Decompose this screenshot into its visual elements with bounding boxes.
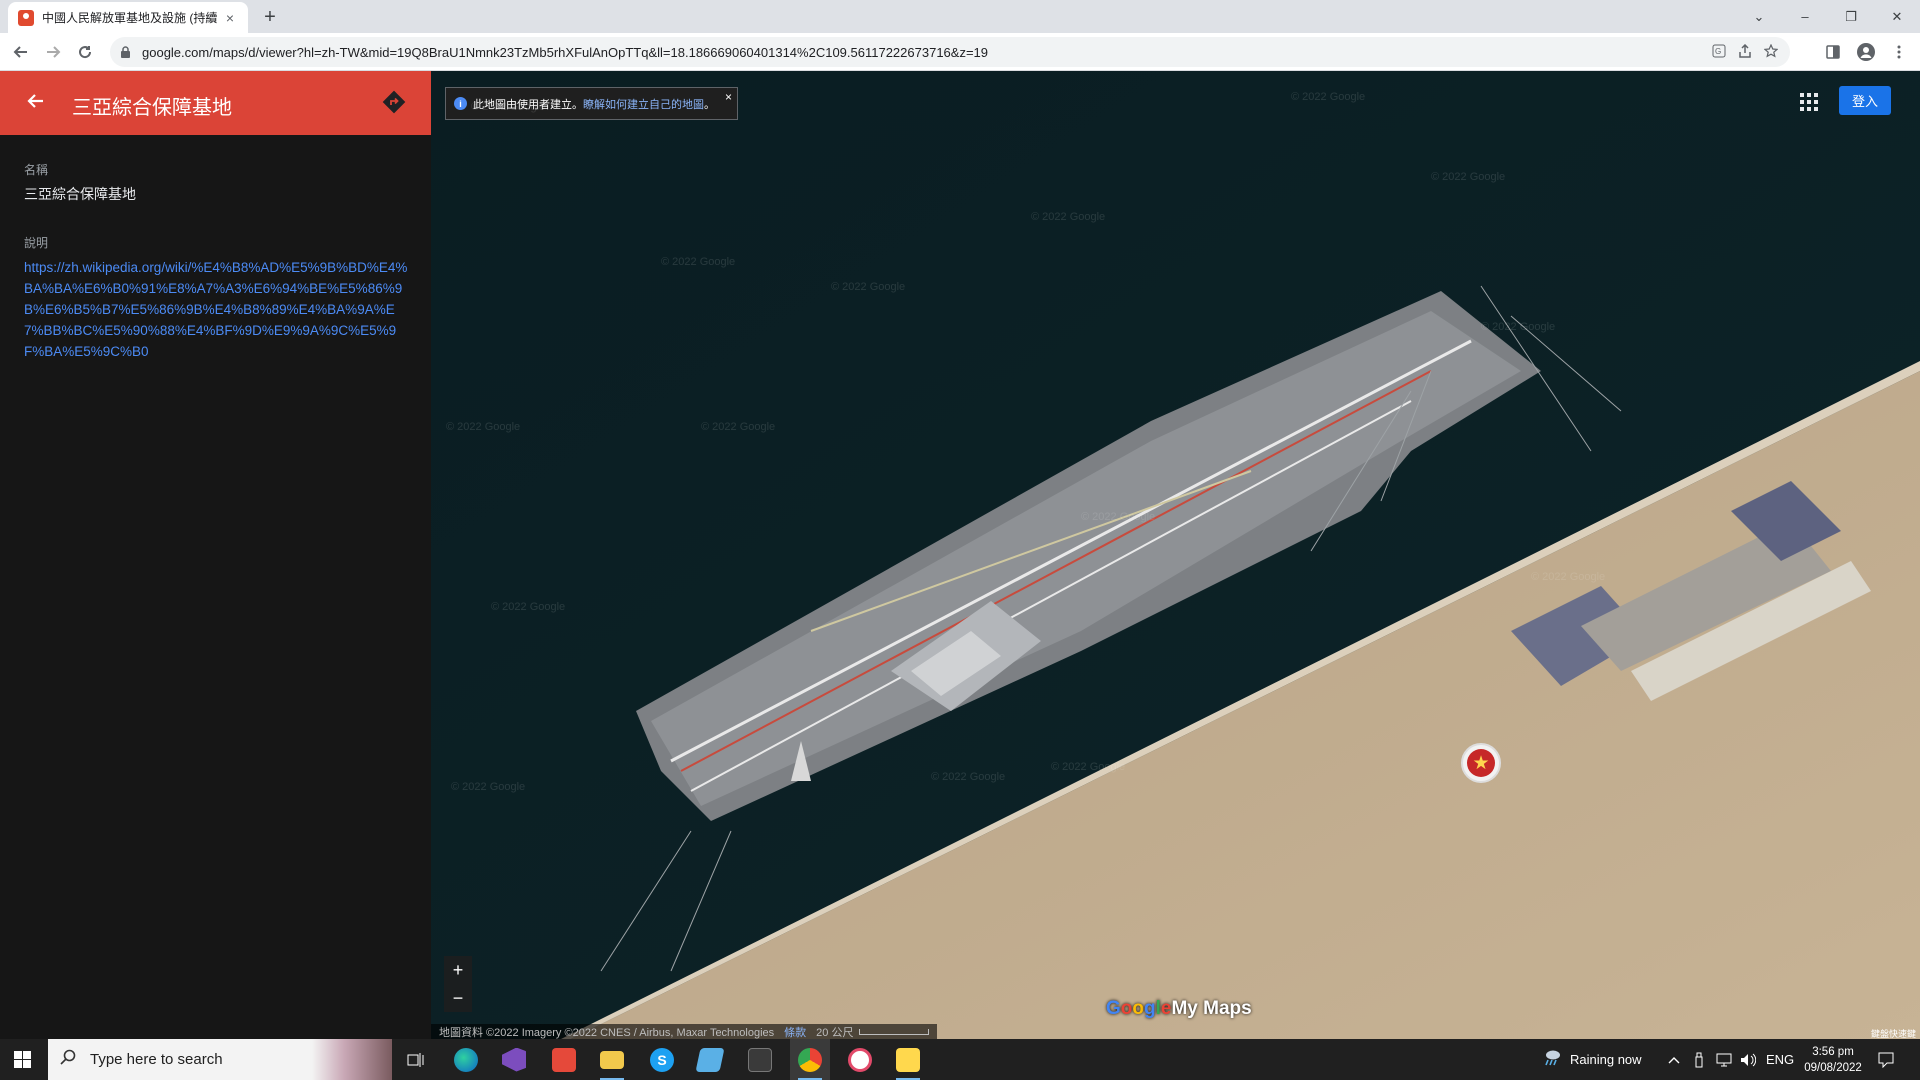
scale-bar	[859, 1028, 930, 1035]
network-icon[interactable]	[1716, 1039, 1732, 1080]
restore-button[interactable]: ❐	[1828, 0, 1874, 33]
logo-my-maps-text: My Maps	[1171, 998, 1252, 1019]
signin-button[interactable]: 登入	[1839, 86, 1891, 115]
browser-tab-bar: 中國人民解放軍基地及設施 (持續 × + ⌄ – ❐ ✕	[0, 0, 1920, 33]
map-attribution: 地圖資料 ©2022 Imagery ©2022 CNES / Airbus, …	[431, 1024, 938, 1040]
bookmark-star-icon[interactable]	[1763, 43, 1779, 61]
description-link[interactable]: https://zh.wikipedia.org/wiki/%E4%B8%AD%…	[24, 257, 409, 362]
windows-taskbar: Type here to search S Raining now ENG 3:…	[0, 1039, 1920, 1080]
snipping-tool-icon[interactable]	[840, 1039, 880, 1080]
clock[interactable]: 3:56 pm 09/08/2022	[1802, 1039, 1864, 1080]
profile-avatar-icon[interactable]	[1853, 39, 1879, 65]
taskbar-search-box[interactable]: Type here to search	[48, 1039, 392, 1080]
search-icon	[60, 1049, 76, 1070]
banner-suffix: 。	[704, 98, 715, 111]
zoom-controls: + −	[444, 956, 472, 1012]
svg-text:G: G	[1715, 47, 1721, 56]
learn-create-map-link[interactable]: 瞭解如何建立自己的地圖	[583, 96, 704, 112]
input-language[interactable]: ENG	[1766, 1039, 1794, 1080]
user-map-notice: i 此地圖由使用者建立。 瞭解如何建立自己的地圖 。 ×	[445, 87, 738, 120]
tab-search-icon[interactable]: ⌄	[1736, 0, 1782, 33]
visual-studio-icon[interactable]	[494, 1039, 534, 1080]
search-highlight-image	[312, 1039, 392, 1080]
app-red-icon[interactable]	[544, 1039, 584, 1080]
scale-label[interactable]: 20 公尺	[816, 1024, 853, 1040]
new-tab-button[interactable]: +	[258, 6, 282, 29]
clock-time: 3:56 pm	[1812, 1045, 1854, 1058]
reload-icon[interactable]	[72, 39, 98, 65]
url-text: google.com/maps/d/viewer?hl=zh-TW&mid=19…	[142, 44, 988, 60]
panel-header: 三亞綜合保障基地	[0, 71, 431, 135]
info-icon: i	[454, 97, 467, 110]
attribution-text: 地圖資料 ©2022 Imagery ©2022 CNES / Airbus, …	[439, 1026, 775, 1039]
app-blue-icon[interactable]	[690, 1039, 730, 1080]
share-icon[interactable]	[1738, 43, 1752, 61]
google-apps-icon[interactable]	[1800, 93, 1818, 111]
clock-date: 09/08/2022	[1804, 1061, 1862, 1074]
usb-icon[interactable]	[1694, 1039, 1704, 1080]
search-placeholder: Type here to search	[90, 1051, 223, 1068]
place-marker[interactable]: ★	[1461, 743, 1501, 783]
lock-icon	[120, 46, 132, 58]
back-arrow-icon[interactable]	[22, 89, 50, 117]
weather-text: Raining now	[1570, 1052, 1642, 1067]
sticky-notes-icon[interactable]	[888, 1039, 928, 1080]
keyboard-shortcuts-link[interactable]: 鍵盤快速鍵	[1871, 1027, 1916, 1039]
notification-icon[interactable]	[1878, 1039, 1894, 1080]
browser-tab[interactable]: 中國人民解放軍基地及設施 (持續 ×	[8, 2, 248, 33]
chrome-icon[interactable]	[790, 1039, 830, 1080]
name-label: 名稱	[24, 163, 49, 177]
extension-icon[interactable]	[1820, 39, 1846, 65]
tab-close-icon[interactable]: ×	[222, 10, 238, 26]
tab-title: 中國人民解放軍基地及設施 (持續	[42, 11, 218, 25]
back-icon[interactable]	[8, 39, 34, 65]
terminal-icon[interactable]	[740, 1039, 780, 1080]
translate-icon[interactable]: G	[1712, 44, 1726, 61]
description-label: 說明	[24, 236, 49, 250]
map-canvas[interactable]: i 此地圖由使用者建立。 瞭解如何建立自己的地圖 。 × 登入 ★ + − Go…	[431, 71, 1920, 1039]
zoom-in-button[interactable]: +	[444, 956, 472, 984]
banner-text: 此地圖由使用者建立。	[473, 98, 583, 111]
place-details-panel: 三亞綜合保障基地 名稱 三亞綜合保障基地 說明 https://zh.wikip…	[0, 71, 431, 1039]
skype-icon[interactable]: S	[642, 1039, 682, 1080]
zoom-out-button[interactable]: −	[444, 984, 472, 1012]
volume-icon[interactable]	[1740, 1039, 1756, 1080]
weather-rain-icon	[1542, 1048, 1562, 1071]
directions-icon[interactable]	[381, 89, 407, 115]
banner-close-icon[interactable]: ×	[725, 90, 732, 104]
windows-start-icon[interactable]	[0, 1039, 44, 1080]
close-window-button[interactable]: ✕	[1874, 0, 1920, 33]
pla-star-icon: ★	[1467, 749, 1495, 777]
task-view-icon[interactable]	[396, 1039, 436, 1080]
google-my-maps-logo: GoogleMy Maps	[1106, 998, 1252, 1019]
minimize-button[interactable]: –	[1782, 0, 1828, 33]
tray-chevron-icon[interactable]	[1668, 1039, 1680, 1080]
place-title: 三亞綜合保障基地	[72, 97, 232, 119]
forward-icon[interactable]	[40, 39, 66, 65]
address-bar[interactable]: google.com/maps/d/viewer?hl=zh-TW&mid=19…	[110, 37, 1790, 67]
edge-browser-icon[interactable]	[446, 1039, 486, 1080]
browser-menu-icon[interactable]	[1886, 39, 1912, 65]
browser-toolbar: google.com/maps/d/viewer?hl=zh-TW&mid=19…	[0, 33, 1920, 71]
maps-favicon-icon	[18, 9, 34, 26]
terms-link[interactable]: 條款	[784, 1024, 806, 1040]
name-value: 三亞綜合保障基地	[24, 186, 136, 202]
satellite-imagery	[431, 71, 1920, 1039]
weather-widget[interactable]: Raining now	[1542, 1039, 1642, 1080]
file-explorer-icon[interactable]	[592, 1039, 632, 1080]
